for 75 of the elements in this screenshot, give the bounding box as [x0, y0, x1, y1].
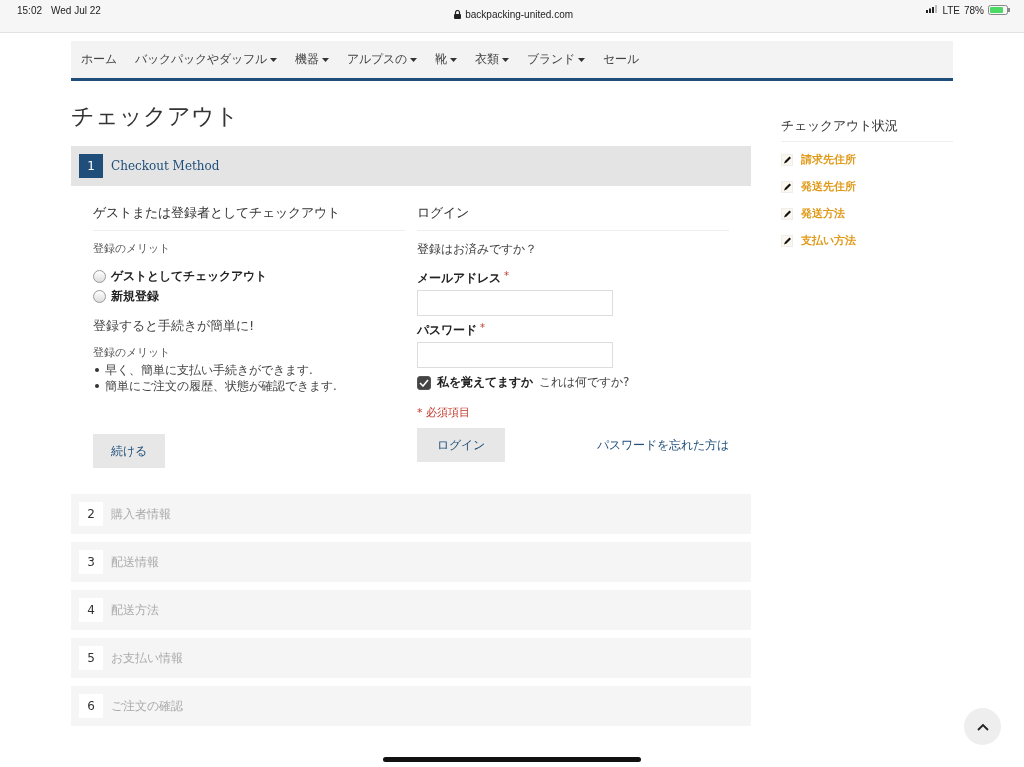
- step-header[interactable]: 1 Checkout Method: [71, 146, 751, 186]
- login-question: 登録はお済みですか？: [417, 241, 538, 258]
- input-field[interactable]: [417, 290, 613, 316]
- caret-icon: [410, 57, 417, 62]
- nav-item[interactable]: ブランド: [527, 51, 585, 68]
- benefit-text: 簡単にご注文の履歴、状態が確認できます.: [105, 378, 337, 394]
- section-heading: ログイン: [417, 204, 729, 231]
- pencil-icon: [781, 207, 793, 220]
- section-heading: ゲストまたは登録者としてチェックアウト: [93, 204, 405, 231]
- step-header[interactable]: 2 購入者情報: [71, 494, 751, 534]
- step-number: 6: [79, 694, 103, 718]
- step-label: 配送方法: [111, 601, 159, 619]
- step-number: 1: [79, 154, 103, 178]
- step-label: お支払い情報: [111, 649, 183, 667]
- benefits-label: 登録のメリット: [93, 241, 171, 256]
- clock-time: 15:02: [17, 5, 43, 16]
- required-mark: *: [480, 322, 485, 335]
- checkbox-label[interactable]: 私を覚えてますか: [437, 374, 533, 391]
- step-number: 5: [79, 646, 103, 670]
- radio-label[interactable]: ゲストとしてチェックアウト: [111, 268, 267, 285]
- promo-text: 登録すると手続きが簡単に!: [93, 317, 256, 335]
- pencil-icon: [781, 234, 793, 247]
- nav-item[interactable]: 機器: [295, 51, 329, 68]
- pencil-icon: [781, 153, 793, 166]
- bullet-icon: [95, 368, 99, 372]
- checkbox[interactable]: [417, 375, 431, 390]
- benefit-text: 早く、簡単に支払い手続きができます.: [105, 362, 313, 378]
- step-label: Checkout Method: [111, 159, 220, 173]
- chevron-up-icon: [976, 722, 989, 731]
- step-label: ご注文の確認: [111, 697, 183, 715]
- help-link[interactable]: これは何ですか?: [539, 374, 630, 391]
- caret-icon: [578, 57, 585, 62]
- caret-icon: [450, 57, 457, 62]
- step-number: 2: [79, 502, 103, 526]
- nav-item[interactable]: 衣類: [475, 51, 509, 68]
- step-header[interactable]: 6 ご注文の確認: [71, 686, 751, 726]
- nav-item[interactable]: 靴: [435, 51, 457, 68]
- benefits-title: 登録のメリット: [93, 345, 171, 360]
- step-header[interactable]: 4 配送方法: [71, 590, 751, 630]
- step-label: 配送情報: [111, 553, 159, 571]
- battery-percent: 78%: [964, 5, 984, 16]
- url-text[interactable]: backpacking-united.com: [465, 9, 574, 20]
- input-field[interactable]: [417, 342, 613, 368]
- radio-label[interactable]: 新規登録: [111, 288, 159, 305]
- signal-icon: [926, 5, 939, 13]
- step-number: 4: [79, 598, 103, 622]
- scroll-top-button[interactable]: [964, 708, 1001, 745]
- nav-item[interactable]: バックパックやダッフル: [135, 51, 277, 68]
- caret-icon: [322, 57, 329, 62]
- page-title: チェックアウト: [71, 102, 240, 131]
- radio-button[interactable]: [93, 290, 106, 303]
- step-header[interactable]: 5 お支払い情報: [71, 638, 751, 678]
- caret-icon: [270, 57, 277, 62]
- required-mark: *: [504, 270, 509, 283]
- nav-item[interactable]: セール: [603, 51, 639, 68]
- sidebar-title: チェックアウト状況: [781, 117, 953, 142]
- date: Wed Jul 22: [51, 5, 101, 16]
- login-button[interactable]: ログイン: [417, 428, 505, 462]
- bullet-icon: [95, 384, 99, 388]
- battery-icon: [988, 5, 1010, 15]
- field-label: メールアドレス: [417, 270, 501, 287]
- nav-item[interactable]: ホーム: [81, 51, 117, 68]
- pencil-icon: [781, 180, 793, 193]
- field-label: パスワード: [417, 322, 477, 339]
- radio-button[interactable]: [93, 270, 106, 283]
- nav-item[interactable]: アルプスの: [347, 51, 417, 68]
- required-note: * 必須項目: [417, 405, 471, 420]
- continue-button[interactable]: 続ける: [93, 434, 165, 468]
- caret-icon: [502, 57, 509, 62]
- step-label: 購入者情報: [111, 505, 171, 523]
- step-header[interactable]: 3 配送情報: [71, 542, 751, 582]
- forgot-password-link[interactable]: パスワードを忘れた方は: [597, 436, 729, 454]
- step-number: 3: [79, 550, 103, 574]
- lock-icon: [454, 10, 462, 19]
- network-label: LTE: [942, 5, 960, 16]
